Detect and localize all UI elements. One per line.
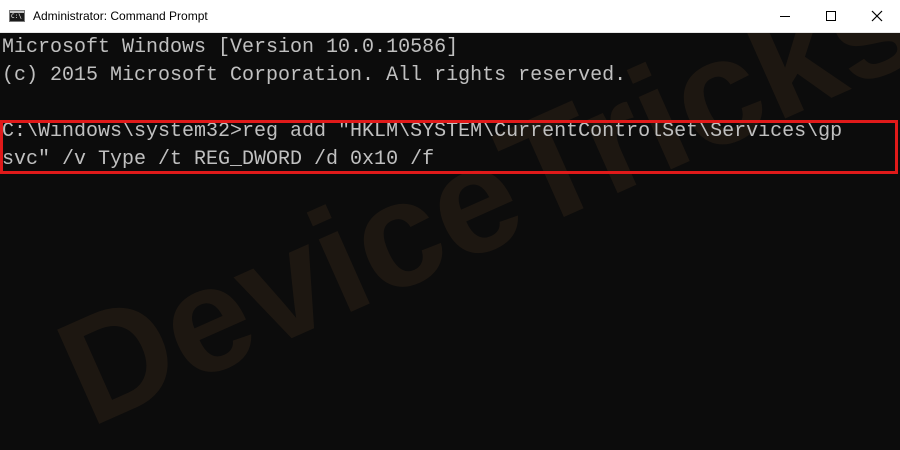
maximize-button[interactable]	[808, 0, 854, 32]
window-title: Administrator: Command Prompt	[33, 9, 208, 23]
console-line-version: Microsoft Windows [Version 10.0.10586]	[2, 36, 459, 59]
maximize-icon	[826, 11, 836, 21]
console-output[interactable]: DeviceTricks Microsoft Windows [Version …	[0, 33, 900, 450]
cmd-icon-glyph: C:\	[11, 13, 22, 20]
close-button[interactable]	[854, 0, 900, 32]
minimize-button[interactable]	[762, 0, 808, 32]
console-line-copyright: (c) 2015 Microsoft Corporation. All righ…	[2, 64, 627, 87]
title-bar[interactable]: C:\ Administrator: Command Prompt	[0, 0, 900, 33]
watermark: DeviceTricks	[35, 33, 900, 450]
command-highlight-box	[0, 120, 898, 174]
watermark-text: DeviceTricks	[35, 33, 900, 450]
minimize-icon	[780, 16, 790, 17]
cmd-icon: C:\	[9, 10, 25, 22]
command-prompt-window: C:\ Administrator: Command Prompt Device…	[0, 0, 900, 450]
close-icon	[871, 10, 883, 22]
